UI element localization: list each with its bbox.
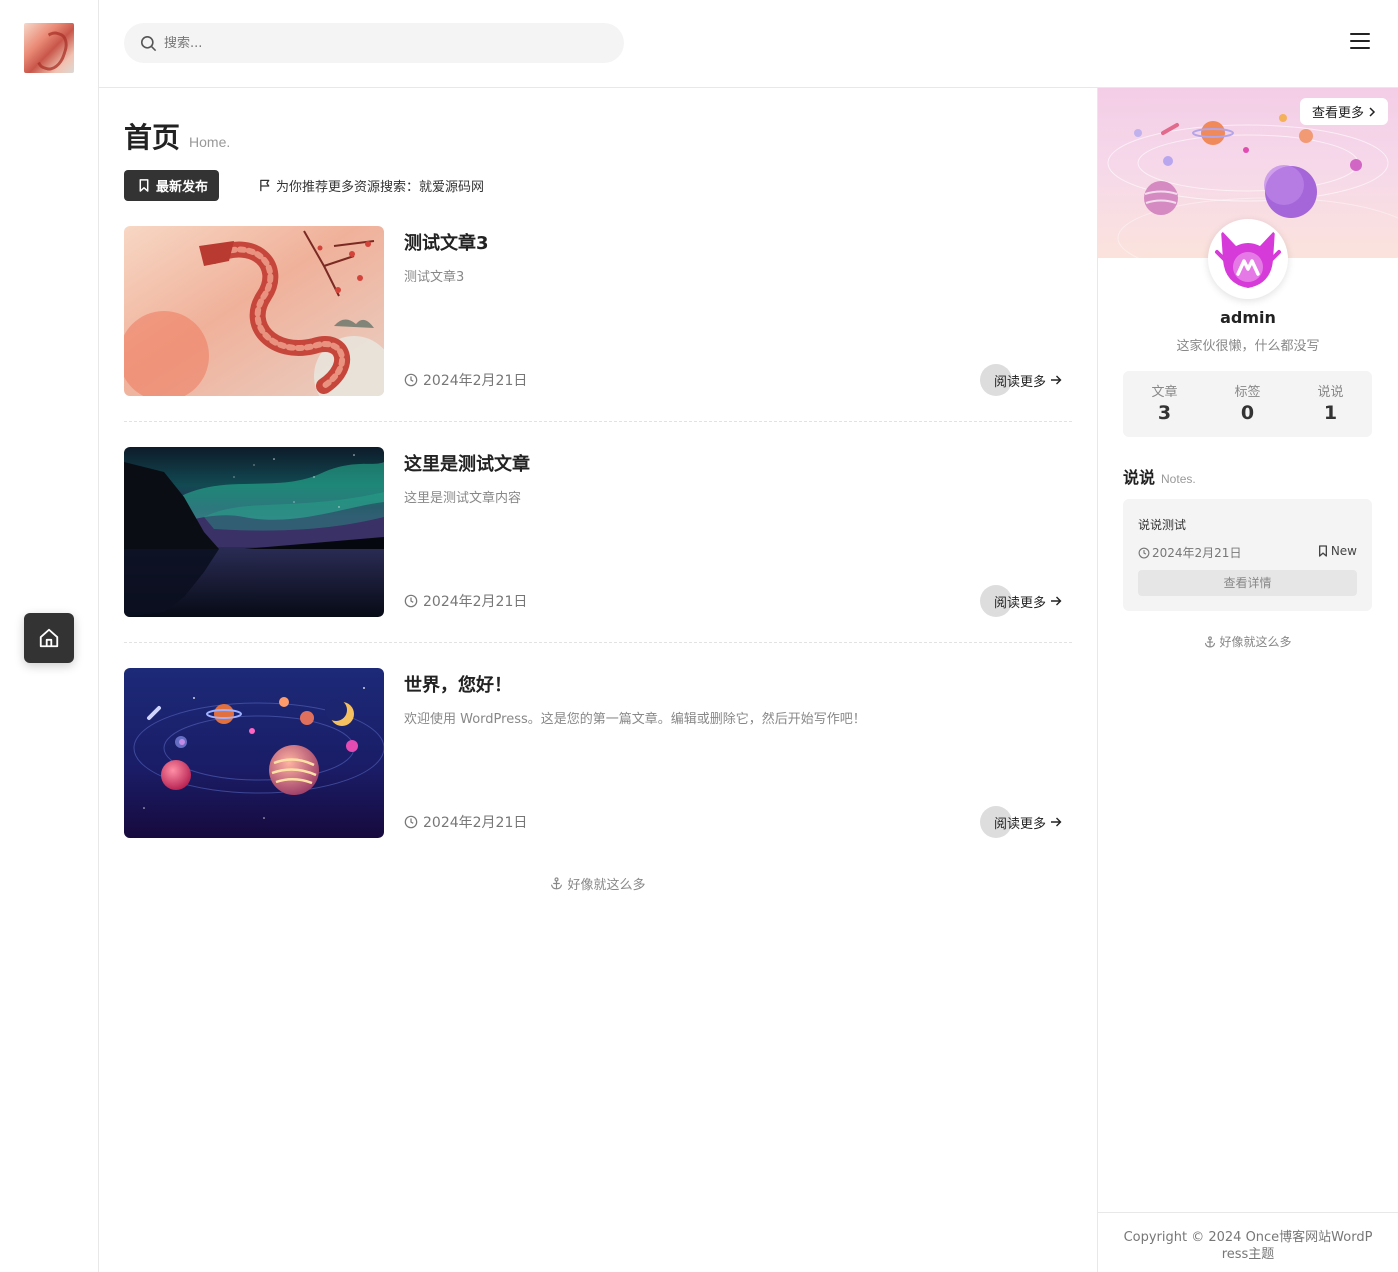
post-card: 世界，您好！ 欢迎使用 WordPress。这是您的第一篇文章。编辑或删除它，然… xyxy=(124,668,1072,864)
list-end-note: 好像就这么多 xyxy=(99,874,1097,893)
anchor-icon xyxy=(551,877,563,890)
read-more-button[interactable]: 阅读更多 xyxy=(979,806,1062,838)
page-subtitle: Home. xyxy=(189,134,231,150)
clock-icon xyxy=(1138,547,1150,558)
post-title[interactable]: 测试文章3 xyxy=(404,229,489,255)
chevron-right-icon xyxy=(1369,106,1376,117)
read-more-label: 阅读更多 xyxy=(993,374,1046,390)
copyright-text: Copyright © 2024 Once博客网站WordPress主题 xyxy=(1123,1230,1373,1262)
search-input[interactable] xyxy=(164,35,594,51)
notes-title: 说说 xyxy=(1123,468,1156,487)
search-icon xyxy=(140,35,157,51)
note-date-text: 2024年2月21日 xyxy=(1152,546,1242,560)
recommend-text: 为你推荐更多资源搜索：就爱源码网 xyxy=(276,180,485,195)
left-rail xyxy=(0,0,99,1272)
home-icon xyxy=(39,628,59,648)
page-title-text: 首页 xyxy=(124,121,181,154)
read-more-button[interactable]: 阅读更多 xyxy=(979,364,1062,396)
anchor-icon xyxy=(1205,635,1216,647)
note-text: 说说测试 xyxy=(1138,518,1187,532)
post-card: 测试文章3 测试文章3 2024年2月21日 阅读更多 xyxy=(124,226,1072,422)
bookmark-icon xyxy=(139,179,149,192)
post-date: 2024年2月21日 xyxy=(404,370,527,390)
flag-icon xyxy=(260,179,270,192)
sidebar-end-text: 好像就这么多 xyxy=(1219,635,1292,649)
home-button[interactable] xyxy=(24,613,74,663)
stat-notes[interactable]: 说说 1 xyxy=(1289,371,1372,437)
main-content: 首页 Home. 最新发布 为你推荐更多资源搜索：就爱源码网 测试文章3 测试文… xyxy=(99,88,1097,1272)
clock-icon xyxy=(404,815,418,829)
post-thumbnail[interactable] xyxy=(124,447,384,617)
filter-bar: 最新发布 为你推荐更多资源搜索：就爱源码网 xyxy=(124,170,484,201)
post-excerpt: 测试文章3 xyxy=(404,270,465,285)
author-name[interactable]: admin xyxy=(1098,308,1398,327)
bookmark-icon xyxy=(1318,545,1327,557)
post-title[interactable]: 这里是测试文章 xyxy=(404,450,530,476)
read-more-text-wrap: 阅读更多 xyxy=(980,813,1062,832)
stat-tags[interactable]: 标签 0 xyxy=(1206,371,1289,437)
stat-label: 标签 xyxy=(1234,385,1261,400)
note-detail-button[interactable]: 查看详情 xyxy=(1138,570,1357,596)
site-logo[interactable] xyxy=(24,23,74,73)
recommend-link[interactable]: 为你推荐更多资源搜索：就爱源码网 xyxy=(259,176,484,195)
stat-posts[interactable]: 文章 3 xyxy=(1123,371,1206,437)
stat-value: 0 xyxy=(1240,402,1255,424)
stat-value: 3 xyxy=(1157,402,1172,424)
post-date: 2024年2月21日 xyxy=(404,591,527,611)
read-more-button[interactable]: 阅读更多 xyxy=(979,585,1062,617)
note-new-text: New xyxy=(1330,544,1357,558)
list-end-text: 好像就这么多 xyxy=(567,878,646,893)
arrow-right-icon xyxy=(1051,817,1062,827)
post-excerpt: 欢迎使用 WordPress。这是您的第一篇文章。编辑或删除它，然后开始写作吧！ xyxy=(404,712,866,727)
stat-label: 说说 xyxy=(1317,385,1344,400)
post-thumbnail-aurora-image xyxy=(124,447,384,617)
arrow-right-icon xyxy=(1051,375,1062,385)
sidebar-footer: Copyright © 2024 Once博客网站WordPress主题 xyxy=(1098,1212,1398,1272)
view-more-button[interactable]: 查看更多 xyxy=(1299,98,1388,125)
notes-heading: 说说 Notes. xyxy=(1123,464,1196,488)
menu-button[interactable] xyxy=(1350,33,1370,49)
author-bio: 这家伙很懒，什么都没写 xyxy=(1176,339,1320,354)
latest-tab-label: 最新发布 xyxy=(156,180,209,195)
right-sidebar: 查看更多 admin 这家伙很懒，什么都没写 文章 3 标签 0 说说 1 说说… xyxy=(1097,88,1398,1272)
read-more-label: 阅读更多 xyxy=(993,595,1046,611)
view-more-label: 查看更多 xyxy=(1311,106,1364,121)
post-excerpt: 这里是测试文章内容 xyxy=(404,491,522,506)
note-date: 2024年2月21日 xyxy=(1138,544,1241,561)
post-title[interactable]: 世界，您好！ xyxy=(404,671,512,697)
post-thumbnail[interactable] xyxy=(124,226,384,396)
avatar-logo-icon xyxy=(1211,222,1285,296)
post-thumbnail-planets-image xyxy=(124,668,384,838)
page-title: 首页 Home. xyxy=(124,116,230,156)
post-thumbnail-dragon-image xyxy=(124,226,384,396)
read-more-text-wrap: 阅读更多 xyxy=(980,592,1062,611)
read-more-text-wrap: 阅读更多 xyxy=(980,371,1062,390)
arrow-right-icon xyxy=(1051,596,1062,606)
post-card: 这里是测试文章 这里是测试文章内容 2024年2月21日 阅读更多 xyxy=(124,447,1072,643)
post-date-text: 2024年2月21日 xyxy=(423,594,528,610)
search-box[interactable] xyxy=(124,23,624,63)
avatar[interactable] xyxy=(1208,219,1288,299)
menu-icon-line xyxy=(1350,40,1370,42)
post-date-text: 2024年2月21日 xyxy=(423,815,528,831)
post-date: 2024年2月21日 xyxy=(404,812,527,832)
latest-tab[interactable]: 最新发布 xyxy=(124,170,220,201)
post-date-text: 2024年2月21日 xyxy=(423,373,528,389)
top-header xyxy=(99,0,1398,88)
clock-icon xyxy=(404,594,418,608)
sidebar-end-note: 好像就这么多 xyxy=(1098,633,1398,650)
notes-subtitle: Notes. xyxy=(1161,472,1196,486)
menu-icon-line xyxy=(1350,47,1370,49)
stat-label: 文章 xyxy=(1151,385,1178,400)
stat-value: 1 xyxy=(1323,402,1338,424)
note-card: 说说测试 2024年2月21日 New 查看详情 xyxy=(1123,499,1372,611)
menu-icon-line xyxy=(1350,33,1370,35)
read-more-label: 阅读更多 xyxy=(993,816,1046,832)
note-new-badge: New xyxy=(1318,544,1357,558)
author-stats: 文章 3 标签 0 说说 1 xyxy=(1123,371,1372,437)
clock-icon xyxy=(404,373,418,387)
post-thumbnail[interactable] xyxy=(124,668,384,838)
